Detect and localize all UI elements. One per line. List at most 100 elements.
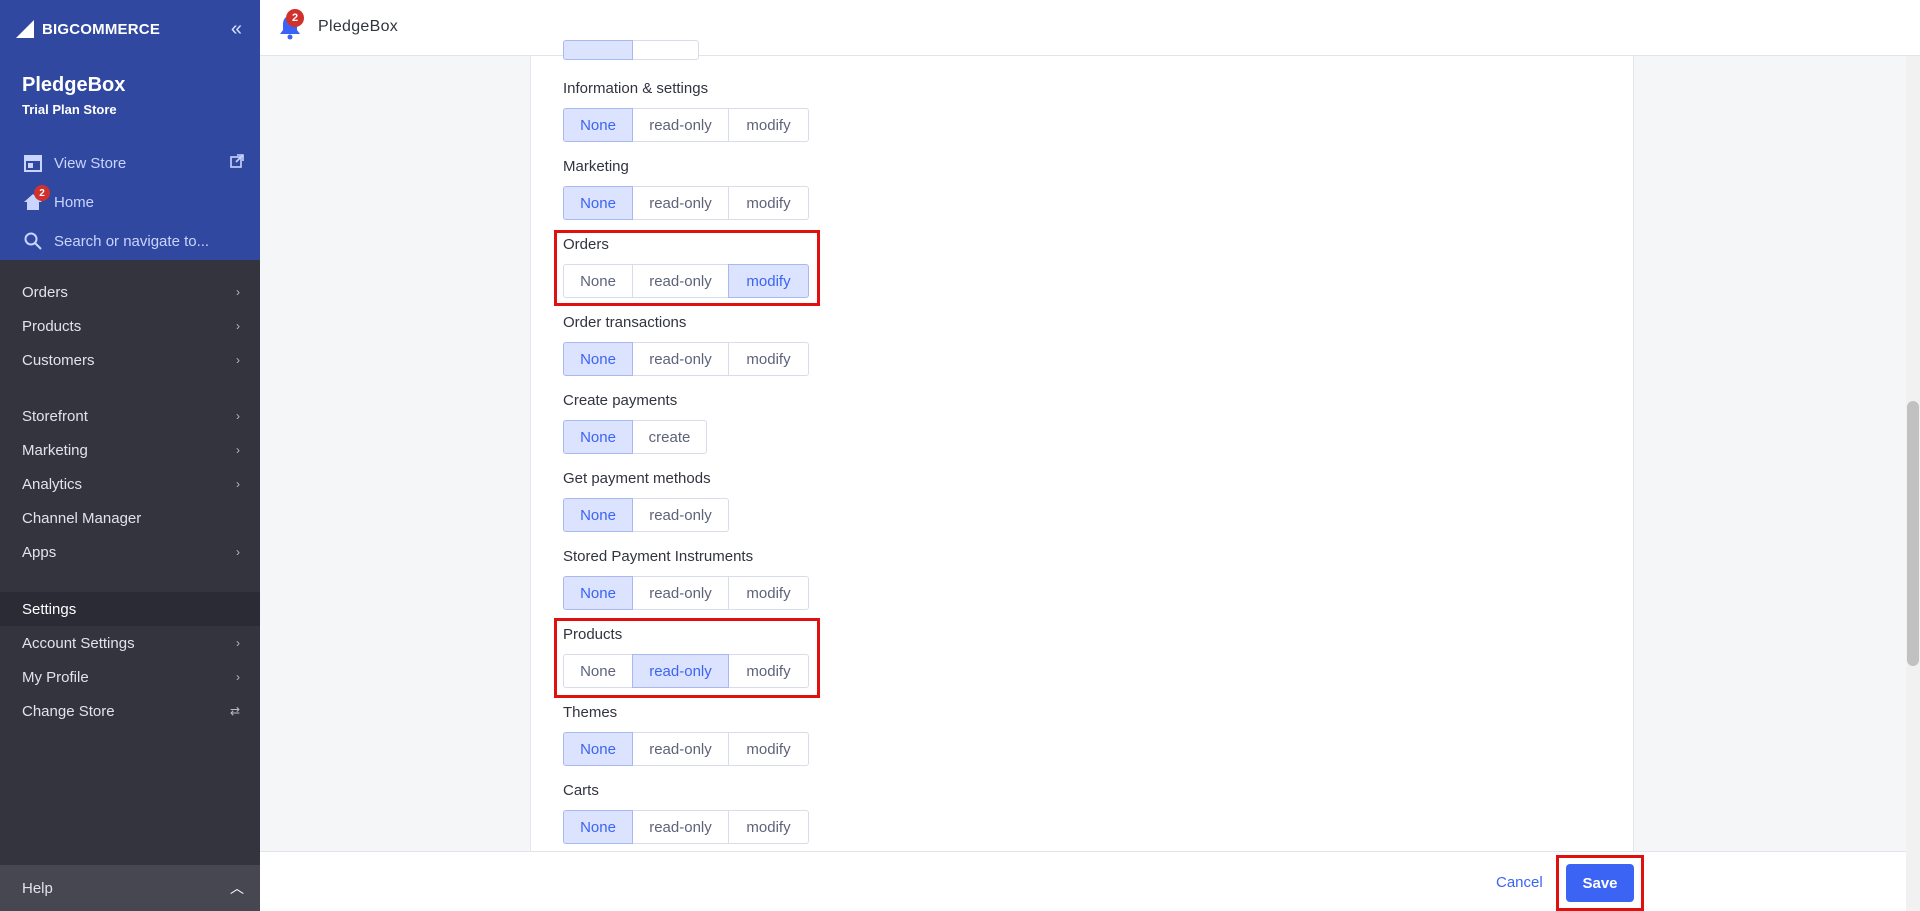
sidebar-item-settings[interactable]: Settings bbox=[0, 592, 260, 626]
permission-label: Themes bbox=[563, 704, 618, 721]
option-none[interactable]: None bbox=[563, 186, 633, 220]
sidebar-item-analytics[interactable]: Analytics › bbox=[0, 467, 260, 501]
permission-themes: Themes None read-only modify bbox=[563, 704, 809, 766]
sidebar-item-account-settings[interactable]: Account Settings › bbox=[0, 626, 260, 660]
storefront-icon bbox=[22, 152, 44, 174]
cancel-button[interactable]: Cancel bbox=[1496, 874, 1543, 891]
sidebar: BIGCOMMERCE « PledgeBox Trial Plan Store… bbox=[0, 0, 260, 911]
sidebar-item-apps[interactable]: Apps › bbox=[0, 535, 260, 569]
sidebar-item-change-store[interactable]: Change Store ⇄ bbox=[0, 694, 260, 728]
home-link[interactable]: 2 Home bbox=[22, 185, 95, 213]
option-modify[interactable]: modify bbox=[728, 732, 809, 766]
chevron-right-icon: › bbox=[236, 545, 240, 559]
sidebar-item-label: Analytics bbox=[22, 475, 83, 493]
chevron-right-icon: › bbox=[236, 319, 240, 333]
sidebar-item-label: Customers bbox=[22, 351, 95, 369]
permissions-card: Information & settings None read-only mo… bbox=[530, 40, 1634, 851]
option-read-only[interactable]: read-only bbox=[632, 498, 729, 532]
option-read-only[interactable]: read-only bbox=[632, 186, 729, 220]
permission-marketing: Marketing None read-only modify bbox=[563, 158, 809, 220]
permission-label: Get payment methods bbox=[563, 470, 711, 487]
highlight-save bbox=[1556, 855, 1644, 911]
option-none[interactable]: None bbox=[563, 732, 633, 766]
sidebar-item-customers[interactable]: Customers › bbox=[0, 343, 260, 377]
option-read-only[interactable]: read-only bbox=[632, 576, 729, 610]
chevron-right-icon: › bbox=[236, 670, 240, 684]
external-link-icon[interactable] bbox=[230, 154, 244, 173]
permission-options: None read-only bbox=[563, 498, 729, 532]
permission-options: None read-only modify bbox=[563, 108, 809, 142]
sidebar-item-products[interactable]: Products › bbox=[0, 309, 260, 343]
option-read-only[interactable]: read-only bbox=[632, 810, 729, 844]
option-read-only[interactable] bbox=[632, 40, 699, 60]
permission-options: None read-only modify bbox=[563, 732, 809, 766]
permission-options: None read-only modify bbox=[563, 810, 809, 844]
permission-label: Order transactions bbox=[563, 314, 687, 331]
option-none[interactable] bbox=[563, 40, 633, 60]
permission-information-settings: Information & settings None read-only mo… bbox=[563, 80, 809, 142]
permission-create-payments: Create payments None create bbox=[563, 392, 707, 454]
sidebar-item-label: Products bbox=[22, 317, 82, 335]
sidebar-item-marketing[interactable]: Marketing › bbox=[0, 433, 260, 467]
collapse-sidebar-icon[interactable]: « bbox=[231, 18, 242, 41]
option-none[interactable]: None bbox=[563, 576, 633, 610]
sidebar-item-label: Channel Manager bbox=[22, 509, 142, 527]
sidebar-item-label: Storefront bbox=[22, 407, 88, 425]
option-modify[interactable]: modify bbox=[728, 186, 809, 220]
option-none[interactable]: None bbox=[563, 342, 633, 376]
chevron-right-icon: › bbox=[236, 353, 240, 367]
option-read-only[interactable]: read-only bbox=[632, 732, 729, 766]
view-store-link[interactable]: View Store bbox=[22, 152, 126, 174]
sidebar-item-storefront[interactable]: Storefront › bbox=[0, 399, 260, 433]
store-name: PledgeBox bbox=[22, 74, 126, 96]
permission-options: None read-only modify bbox=[563, 576, 809, 610]
option-none[interactable]: None bbox=[563, 420, 633, 454]
chevron-right-icon: › bbox=[236, 285, 240, 299]
option-modify[interactable]: modify bbox=[728, 576, 809, 610]
permission-label: Marketing bbox=[563, 158, 629, 175]
footer-action-bar: Cancel Save bbox=[260, 851, 1920, 911]
option-read-only[interactable]: read-only bbox=[632, 654, 729, 688]
sidebar-item-orders[interactable]: Orders › bbox=[0, 275, 260, 309]
option-none[interactable]: None bbox=[563, 108, 633, 142]
sidebar-item-label: Orders bbox=[22, 283, 68, 301]
option-modify[interactable]: modify bbox=[728, 108, 809, 142]
swap-icon: ⇄ bbox=[229, 704, 240, 718]
permission-group-partial bbox=[563, 40, 699, 60]
option-none[interactable]: None bbox=[563, 498, 633, 532]
scrollbar-track[interactable] bbox=[1906, 56, 1920, 911]
permission-label: Carts bbox=[563, 782, 599, 799]
sidebar-item-label: Apps bbox=[22, 543, 57, 561]
permission-get-payment-methods: Get payment methods None read-only bbox=[563, 470, 729, 532]
permission-options: None create bbox=[563, 420, 707, 454]
sidebar-item-label: Marketing bbox=[22, 441, 88, 459]
header-store-title: PledgeBox bbox=[318, 18, 399, 35]
view-store-label: View Store bbox=[54, 154, 127, 172]
option-create[interactable]: create bbox=[632, 420, 707, 454]
permission-order-transactions: Order transactions None read-only modify bbox=[563, 314, 809, 376]
chevron-right-icon: › bbox=[236, 443, 240, 457]
permission-label: Stored Payment Instruments bbox=[563, 548, 754, 565]
option-none[interactable]: None bbox=[563, 810, 633, 844]
chevron-right-icon: › bbox=[236, 477, 240, 491]
bigcommerce-logo-icon bbox=[16, 20, 34, 38]
logo-text: BIGCOMMERCE bbox=[42, 20, 161, 38]
help-bar[interactable]: Help ︿ bbox=[0, 865, 260, 911]
option-modify[interactable]: modify bbox=[728, 342, 809, 376]
scrollbar-thumb[interactable] bbox=[1907, 401, 1919, 666]
home-icon: 2 bbox=[22, 185, 50, 213]
permission-label: Create payments bbox=[563, 392, 678, 409]
option-read-only[interactable]: read-only bbox=[632, 342, 729, 376]
permission-stored-payment-instruments: Stored Payment Instruments None read-onl… bbox=[563, 548, 809, 610]
search-icon bbox=[22, 230, 44, 252]
permission-options: None read-only modify bbox=[563, 342, 809, 376]
sidebar-item-channel-manager[interactable]: Channel Manager bbox=[0, 501, 260, 535]
option-modify[interactable]: modify bbox=[728, 264, 809, 298]
sidebar-item-my-profile[interactable]: My Profile › bbox=[0, 660, 260, 694]
home-label: Home bbox=[54, 193, 95, 211]
option-read-only[interactable]: read-only bbox=[632, 108, 729, 142]
option-modify[interactable]: modify bbox=[728, 810, 809, 844]
permission-label: Information & settings bbox=[563, 80, 709, 97]
bigcommerce-logo[interactable]: BIGCOMMERCE bbox=[14, 18, 160, 40]
search-navigate[interactable]: Search or navigate to... bbox=[22, 230, 209, 252]
